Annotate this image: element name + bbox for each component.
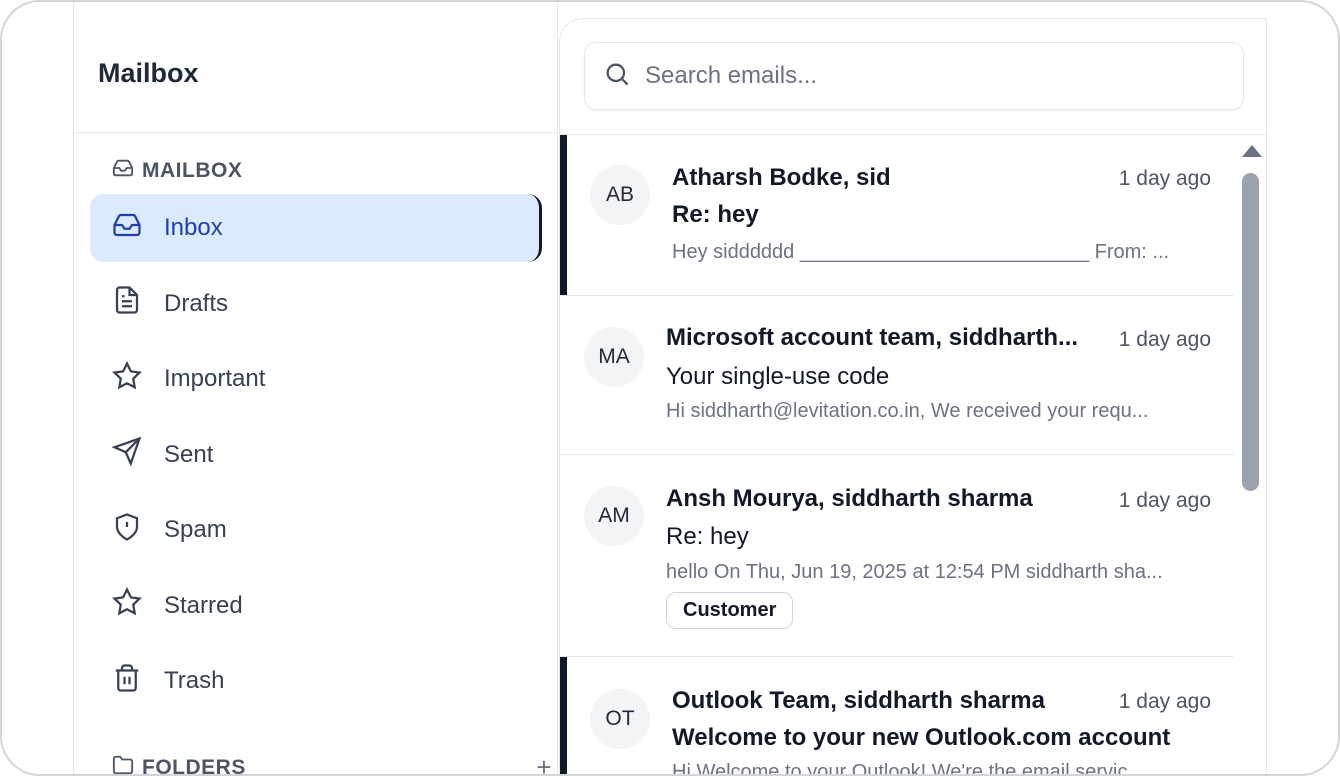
email-time: 1 day ago — [1118, 690, 1211, 713]
send-icon — [111, 436, 142, 473]
inbox-icon — [112, 210, 142, 247]
email-time: 1 day ago — [1118, 489, 1211, 512]
sidebar-item-label: Sent — [164, 440, 214, 468]
sidebar-header: Mailbox — [74, 2, 557, 133]
email-item[interactable]: MA Microsoft account team, siddharth... … — [560, 296, 1234, 455]
shield-icon — [112, 512, 142, 549]
sidebar-item-label: Drafts — [164, 289, 229, 317]
email-preview: hello On Thu, Jun 19, 2025 at 12:54 PM s… — [666, 561, 1163, 583]
email-sender: Atharsh Bodke, sid — [672, 164, 891, 191]
sidebar-item-label: Trash — [164, 667, 225, 694]
avatar: MA — [584, 327, 644, 387]
email-subject: Your single-use code — [666, 363, 890, 390]
sidebar-item-trash[interactable]: Trash — [90, 647, 542, 715]
sidebar-item-inbox[interactable]: Inbox — [90, 194, 542, 262]
search-icon — [603, 60, 631, 93]
search-bar[interactable] — [584, 42, 1244, 110]
sidebar-item-label: Spam — [164, 516, 227, 543]
page-title: Mailbox — [98, 57, 199, 88]
app-window: Mailbox MAILBOX Inbox Drafts Important S… — [0, 0, 1340, 776]
email-preview: Hey sidddddd __________________________ … — [672, 241, 1170, 263]
scroll-up-arrow-icon[interactable] — [1242, 145, 1262, 157]
folder-icon — [112, 754, 134, 774]
file-icon — [112, 285, 142, 322]
avatar: AM — [584, 486, 644, 546]
mailbox-section-label: MAILBOX — [112, 157, 242, 185]
email-list: AB Atharsh Bodke, sid 1 day ago Re: hey … — [560, 134, 1267, 776]
email-item[interactable]: AB Atharsh Bodke, sid 1 day ago Re: hey … — [560, 135, 1234, 296]
inbox-icon — [112, 157, 134, 185]
email-subject: Welcome to your new Outlook.com account — [672, 724, 1171, 751]
scrollbar-thumb[interactable] — [1242, 173, 1259, 491]
email-time: 1 day ago — [1118, 328, 1211, 351]
email-subject: Re: hey — [666, 523, 749, 550]
email-sender: Microsoft account team, siddharth... — [666, 324, 1079, 351]
email-sender: Ansh Mourya, siddharth sharma — [666, 485, 1033, 512]
sidebar-item-label: Starred — [164, 591, 243, 619]
star-icon — [112, 360, 142, 398]
add-folder-button[interactable]: + — [536, 752, 552, 774]
search-input[interactable] — [645, 62, 1205, 90]
sidebar-item-important[interactable]: Important — [90, 345, 542, 413]
folders-section-label: FOLDERS + — [112, 752, 552, 776]
sidebar-item-starred[interactable]: Starred — [90, 572, 542, 640]
sidebar-item-drafts[interactable]: Drafts — [90, 270, 542, 338]
customer-tag[interactable]: Customer — [666, 592, 794, 629]
star-icon — [112, 586, 142, 624]
email-time: 1 day ago — [1118, 167, 1211, 190]
sidebar-item-label: Important — [164, 365, 266, 392]
email-subject: Re: hey — [672, 201, 759, 228]
email-item[interactable]: AM Ansh Mourya, siddharth sharma 1 day a… — [560, 455, 1234, 657]
email-list-pane: AB Atharsh Bodke, sid 1 day ago Re: hey … — [559, 18, 1267, 776]
sidebar-item-sent[interactable]: Sent — [90, 421, 542, 489]
trash-icon — [112, 663, 142, 700]
email-preview: Hi Welcome to your Outlook! We're the em… — [672, 761, 1145, 776]
sidebar-item-spam[interactable]: Spam — [90, 496, 542, 564]
folders-label-text: FOLDERS — [142, 756, 246, 776]
email-preview: Hi siddharth@levitation.co.in, We receiv… — [666, 400, 1149, 422]
email-sender: Outlook Team, siddharth sharma — [672, 687, 1045, 714]
sidebar: Mailbox MAILBOX Inbox Drafts Important S… — [74, 2, 558, 776]
avatar: OT — [590, 689, 650, 749]
scrollbar[interactable] — [1240, 135, 1262, 774]
email-item[interactable]: OT Outlook Team, siddharth sharma 1 day … — [560, 657, 1234, 776]
sidebar-item-label: Inbox — [164, 214, 223, 241]
right-gutter — [1266, 18, 1338, 774]
section-label-text: MAILBOX — [142, 159, 243, 182]
avatar: AB — [590, 165, 650, 225]
left-gutter — [2, 2, 74, 774]
mailbox-nav: Inbox Drafts Important Sent Spam Starred — [90, 194, 542, 723]
